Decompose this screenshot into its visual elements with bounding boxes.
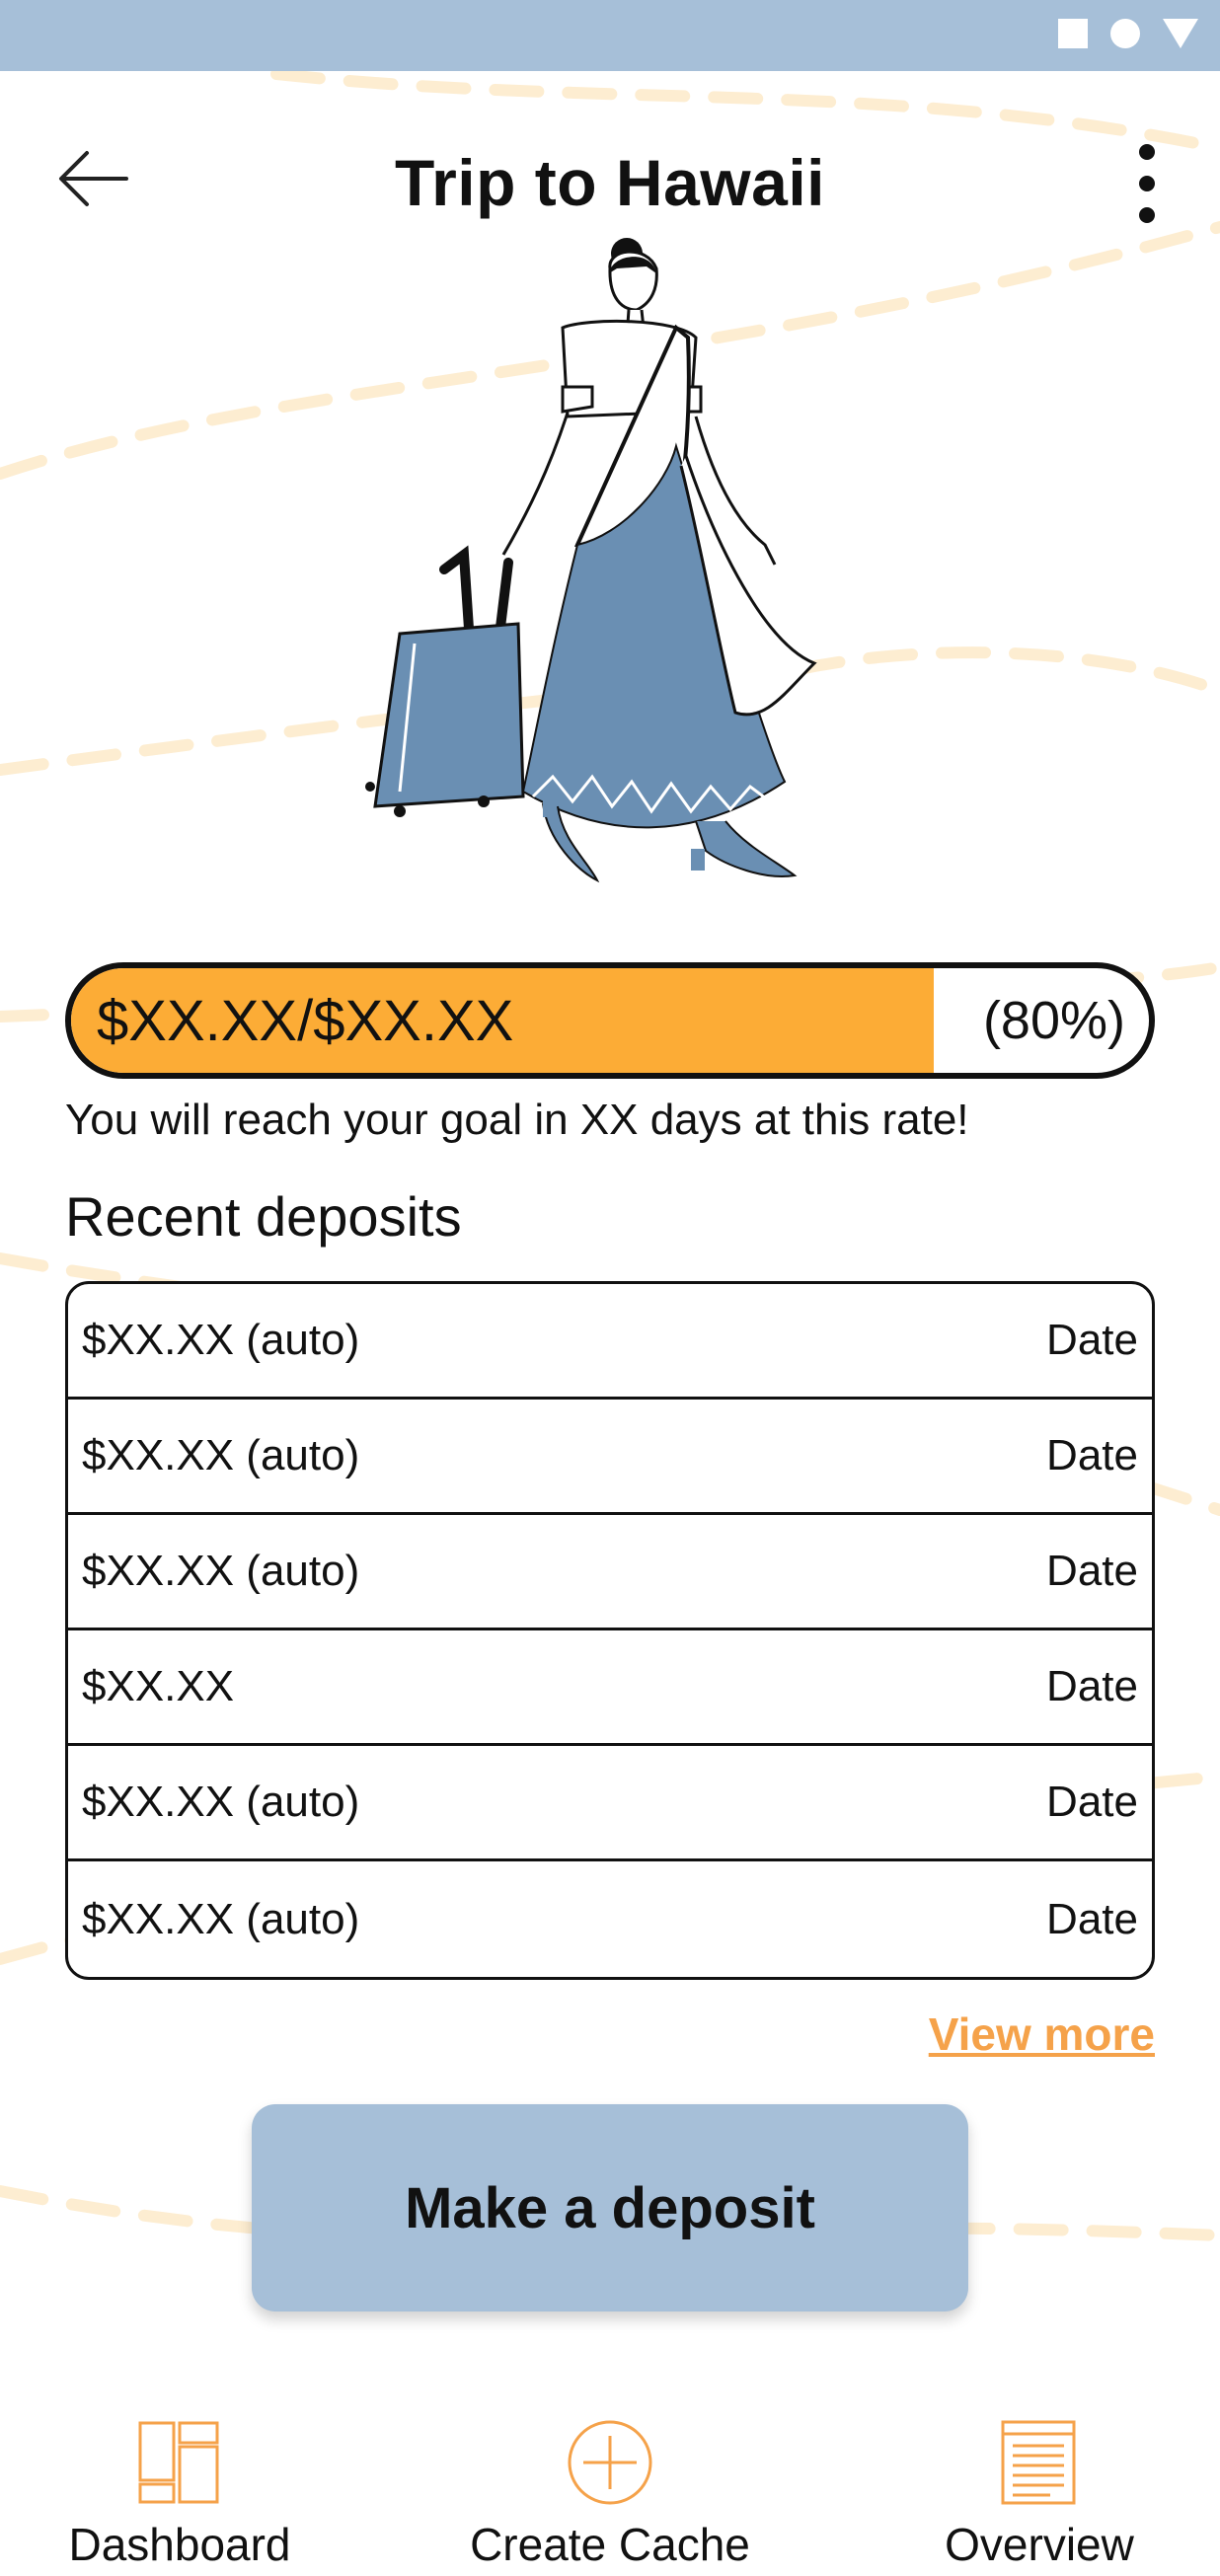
deposit-row[interactable]: $XX.XX (auto) Date (68, 1515, 1152, 1630)
nav-label: Dashboard (68, 2519, 291, 2570)
nav-overview[interactable]: Overview (881, 2418, 1197, 2571)
more-vertical-icon (1137, 142, 1157, 230)
bottom-navigation: Dashboard Create Cache Overview (0, 2418, 1220, 2576)
deposit-row[interactable]: $XX.XX Date (68, 1630, 1152, 1746)
nav-label: Create Cache (470, 2519, 750, 2570)
progress-percent: (80%) (982, 991, 1125, 1050)
recent-deposits-title: Recent deposits (65, 1185, 462, 1248)
deposit-row[interactable]: $XX.XX (auto) Date (68, 1861, 1152, 1977)
deposit-amount: $XX.XX (auto) (82, 1547, 360, 1595)
deposit-date: Date (1046, 1547, 1138, 1595)
dashboard-icon (22, 2418, 338, 2512)
recent-deposits-list: $XX.XX (auto) Date $XX.XX (auto) Date $X… (65, 1281, 1155, 1980)
view-more-link[interactable]: View more (929, 2008, 1155, 2061)
progress-amount: $XX.XX/$XX.XX (97, 988, 514, 1053)
deposit-row[interactable]: $XX.XX (auto) Date (68, 1284, 1152, 1400)
deposit-amount: $XX.XX (auto) (82, 1778, 360, 1826)
deposit-amount: $XX.XX (auto) (82, 1316, 360, 1364)
triangle-icon (1163, 19, 1198, 53)
goal-estimate-text: You will reach your goal in XX days at t… (65, 1096, 969, 1144)
deposit-date: Date (1046, 1316, 1138, 1364)
app-header: Trip to Hawaii (0, 123, 1220, 242)
status-bar (0, 0, 1220, 71)
deposit-date: Date (1046, 1778, 1138, 1826)
deposit-amount: $XX.XX (auto) (82, 1894, 360, 1943)
savings-progress-bar: $XX.XX/$XX.XX (80%) (65, 962, 1155, 1079)
make-deposit-button[interactable]: Make a deposit (252, 2104, 968, 2311)
suitcase-image (365, 545, 525, 817)
deposit-date: Date (1046, 1894, 1138, 1943)
circle-icon (1109, 18, 1141, 54)
deposit-row[interactable]: $XX.XX (auto) Date (68, 1746, 1152, 1861)
square-icon (1058, 19, 1088, 53)
nav-create-cache[interactable]: Create Cache (452, 2418, 768, 2571)
deposit-date: Date (1046, 1431, 1138, 1479)
deposit-date: Date (1046, 1662, 1138, 1710)
page-title: Trip to Hawaii (394, 146, 826, 219)
deposit-row[interactable]: $XX.XX (auto) Date (68, 1400, 1152, 1515)
deposit-amount: $XX.XX (82, 1662, 235, 1710)
document-icon (881, 2418, 1197, 2512)
traveler-illustration (365, 238, 817, 883)
plus-circle-icon (452, 2418, 768, 2512)
nav-label: Overview (945, 2519, 1134, 2570)
nav-dashboard[interactable]: Dashboard (22, 2418, 338, 2571)
more-options-button[interactable] (1117, 141, 1177, 230)
deposit-amount: $XX.XX (auto) (82, 1431, 360, 1479)
